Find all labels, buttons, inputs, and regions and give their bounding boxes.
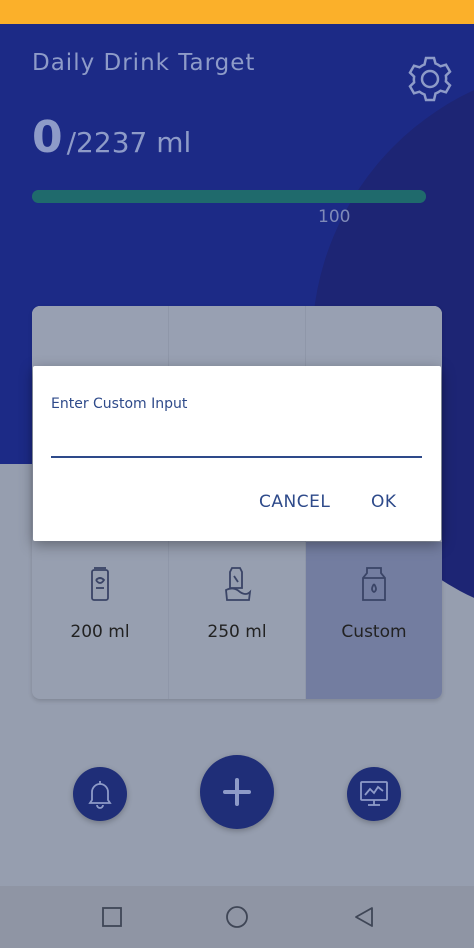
progress-bar — [32, 190, 426, 203]
back-icon[interactable] — [352, 905, 376, 929]
recent-apps-icon[interactable] — [100, 905, 124, 929]
target-intake: /2237 ml — [66, 126, 192, 159]
settings-button[interactable] — [405, 54, 455, 104]
page-title: Daily Drink Target — [32, 50, 256, 76]
intake-display: 0/2237 ml — [32, 112, 191, 163]
reminder-button[interactable] — [73, 767, 127, 821]
progress-fill — [32, 190, 426, 203]
drink-option-250ml[interactable]: 250 ml — [169, 542, 305, 699]
drink-option-200ml[interactable]: 200 ml — [32, 542, 168, 699]
status-bar — [0, 0, 474, 24]
milk-carton-icon — [362, 567, 386, 601]
custom-input-dialog: Enter Custom Input CANCEL OK — [33, 366, 441, 541]
cancel-button[interactable]: CANCEL — [259, 492, 330, 512]
gear-icon — [408, 56, 452, 102]
progress-label: 100 — [318, 207, 351, 227]
drink-label: 200 ml — [70, 622, 130, 642]
drink-option-custom[interactable]: Custom — [306, 542, 442, 699]
statistics-button[interactable] — [347, 767, 401, 821]
custom-amount-input[interactable] — [51, 422, 422, 458]
drink-label: 250 ml — [207, 622, 267, 642]
current-intake: 0 — [32, 112, 63, 163]
drink-label: Custom — [341, 622, 407, 642]
can-icon — [91, 567, 109, 601]
ok-button[interactable]: OK — [371, 492, 397, 512]
add-drink-button[interactable] — [200, 755, 274, 829]
plus-icon — [223, 778, 251, 806]
system-nav-bar — [0, 886, 474, 948]
bell-icon — [88, 781, 112, 809]
chart-monitor-icon — [360, 781, 388, 806]
dialog-title: Enter Custom Input — [51, 396, 188, 412]
sport-bottle-icon — [225, 567, 252, 601]
home-icon[interactable] — [225, 905, 249, 929]
